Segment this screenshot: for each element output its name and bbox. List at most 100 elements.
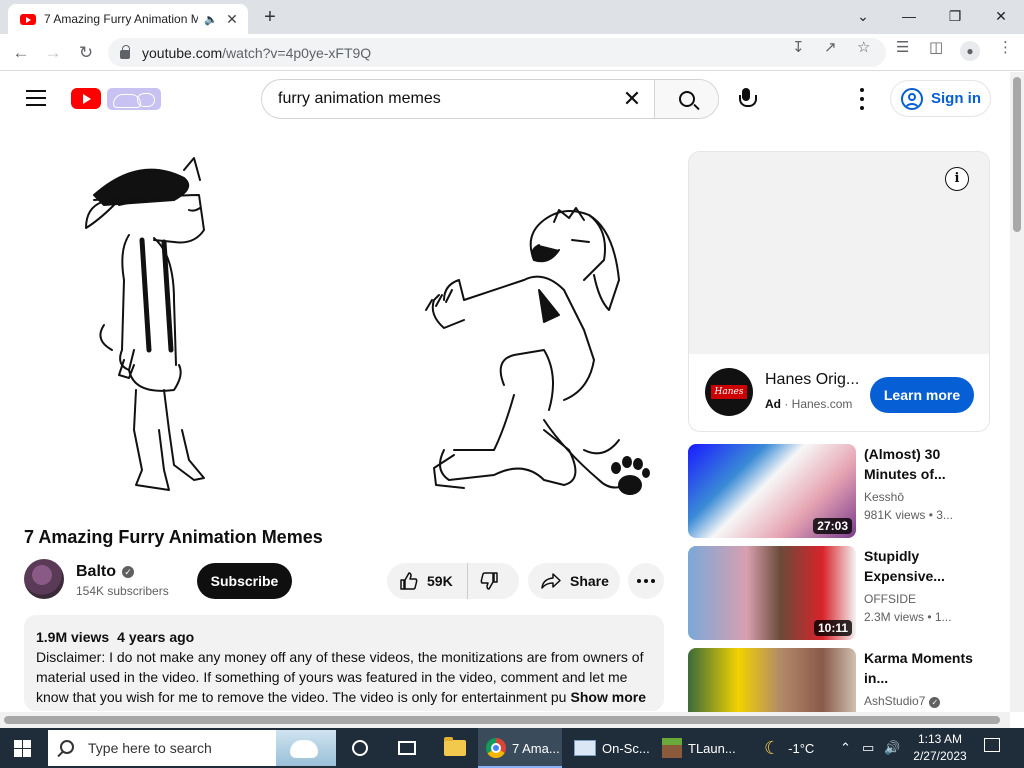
- ad-info-icon[interactable]: i: [945, 167, 969, 191]
- youtube-header: furry animation memes ✕ Sign in: [0, 72, 1010, 126]
- profile-icon[interactable]: ●: [960, 41, 980, 61]
- forward-button[interactable]: →: [40, 40, 66, 66]
- audio-playing-icon[interactable]: 🔈: [204, 13, 218, 26]
- search-input[interactable]: furry animation memes: [262, 80, 610, 118]
- side-panel-icon[interactable]: ◫: [929, 38, 943, 56]
- address-bar[interactable]: youtube.com/watch?v=4p0ye-xFT9Q: [108, 38, 886, 67]
- recommendation-title[interactable]: Stupidly Expensive...: [864, 546, 980, 586]
- show-more-button[interactable]: Show more: [566, 687, 646, 707]
- windows-taskbar: Type here to search 7 Ama... On-Sc... TL…: [0, 728, 1024, 768]
- channel-avatar[interactable]: [24, 559, 64, 599]
- clear-search-icon[interactable]: ✕: [610, 80, 654, 118]
- like-dislike-group: 59K: [387, 563, 519, 599]
- volume-icon[interactable]: 🔊: [884, 728, 900, 768]
- taskbar-app-chrome[interactable]: 7 Ama...: [478, 728, 562, 768]
- recommendation-item[interactable]: 27:03 (Almost) 30 Minutes of... Kesshō 9…: [688, 444, 988, 538]
- duration-badge: 10:11: [813, 620, 852, 636]
- taskbar-search-box[interactable]: Type here to search: [48, 730, 336, 766]
- close-window-button[interactable]: ✕: [978, 2, 1024, 30]
- ad-image: i: [689, 152, 989, 354]
- weather-temperature: -1°C: [788, 740, 815, 756]
- ad-card[interactable]: i Hanes Hanes Orig... Ad · Hanes.com Lea…: [688, 151, 990, 432]
- dislike-button[interactable]: [468, 563, 519, 599]
- back-button[interactable]: ←: [8, 40, 34, 66]
- recommendation-title[interactable]: (Almost) 30 Minutes of...: [864, 444, 980, 484]
- taskbar-app-tlauncher[interactable]: TLaun...: [654, 728, 738, 768]
- recommendation-thumbnail[interactable]: [688, 648, 856, 712]
- share-label: Share: [570, 573, 609, 589]
- url-host: youtube.com: [142, 44, 223, 61]
- share-button[interactable]: Share: [528, 563, 620, 599]
- system-clock[interactable]: 1:13 AM 2/27/2023: [908, 731, 972, 765]
- chrome-menu-icon[interactable]: ⋮: [998, 38, 1013, 56]
- vertical-scrollbar[interactable]: [1010, 72, 1024, 712]
- recommendation-title[interactable]: Karma Moments in...: [864, 648, 980, 688]
- video-player[interactable]: [24, 150, 664, 510]
- thumbs-up-icon: [400, 572, 418, 590]
- minecraft-icon: [662, 738, 682, 758]
- network-icon[interactable]: ▭: [862, 728, 874, 768]
- bookmark-star-icon[interactable]: ☆: [857, 38, 870, 56]
- file-explorer-icon[interactable]: [444, 728, 466, 768]
- view-count: 1.9M views: [36, 629, 110, 645]
- ad-domain: Hanes.com: [791, 397, 853, 411]
- recommendation-thumbnail[interactable]: 27:03: [688, 444, 856, 538]
- menu-icon[interactable]: [26, 90, 46, 106]
- like-button[interactable]: 59K: [387, 563, 468, 599]
- lock-icon[interactable]: [120, 45, 130, 59]
- install-app-icon[interactable]: ↧: [792, 38, 805, 56]
- recommendation-thumbnail[interactable]: 10:11: [688, 546, 856, 640]
- channel-name-label: Balto: [76, 563, 116, 580]
- description-box[interactable]: 1.9M views 4 years ago Disclaimer: I do n…: [24, 615, 664, 711]
- taskbar-app-label: 7 Ama...: [512, 740, 560, 756]
- recommendation-channel[interactable]: AshStudio7 ✓: [864, 694, 941, 708]
- tab-search-icon[interactable]: ⌄: [840, 2, 886, 30]
- keyboard-icon: [574, 740, 596, 756]
- share-arrow-icon: [541, 573, 561, 589]
- learn-more-button[interactable]: Learn more: [870, 377, 974, 413]
- sign-in-button[interactable]: Sign in: [890, 80, 991, 117]
- channel-name[interactable]: Balto ✓: [76, 563, 134, 581]
- taskbar-search-placeholder: Type here to search: [88, 740, 212, 756]
- horizontal-scroll-thumb[interactable]: [4, 716, 1000, 724]
- video-title: 7 Amazing Furry Animation Memes: [24, 527, 323, 547]
- account-icon: [901, 87, 923, 110]
- clock-time: 1:13 AM: [917, 732, 963, 746]
- recommendation-item[interactable]: 10:11 Stupidly Expensive... OFFSIDE 2.3M…: [688, 546, 988, 640]
- new-tab-button[interactable]: +: [258, 6, 282, 29]
- task-view-icon[interactable]: [398, 728, 416, 768]
- share-page-icon[interactable]: ↗: [824, 38, 837, 56]
- recommendation-channel[interactable]: Kesshō: [864, 490, 904, 504]
- more-actions-button[interactable]: [628, 563, 664, 599]
- browser-tab[interactable]: 7 Amazing Furry Animation Memes 🔈 ✕: [8, 4, 248, 34]
- taskbar-app-onscreen-keyboard[interactable]: On-Sc...: [566, 728, 650, 768]
- vertical-scroll-thumb[interactable]: [1013, 77, 1021, 232]
- notifications-icon[interactable]: [984, 738, 1000, 752]
- taskbar-app-label: TLaun...: [688, 740, 736, 756]
- subscribe-button[interactable]: Subscribe: [197, 563, 292, 599]
- recommendation-channel[interactable]: OFFSIDE: [864, 592, 916, 606]
- recommendation-channel-label: AshStudio7: [864, 694, 926, 708]
- search-button[interactable]: [654, 80, 718, 118]
- windows-start-icon[interactable]: [14, 740, 31, 757]
- sign-in-label: Sign in: [931, 90, 981, 107]
- youtube-logo-icon[interactable]: [71, 88, 101, 109]
- youtube-doodle-logo[interactable]: [107, 88, 161, 110]
- settings-more-icon[interactable]: [852, 88, 872, 110]
- voice-search-icon[interactable]: [738, 88, 757, 112]
- weather-widget[interactable]: ☾ -1°C: [764, 728, 814, 768]
- video-frame-illustration: [85, 157, 650, 495]
- ad-brand-logo: Hanes: [705, 368, 753, 416]
- tab-close-icon[interactable]: ✕: [224, 11, 240, 28]
- horizontal-scrollbar[interactable]: [0, 712, 1010, 728]
- cortana-icon[interactable]: [352, 728, 368, 768]
- browser-toolbar: ← → ↻ youtube.com/watch?v=4p0ye-xFT9Q ↧ …: [0, 34, 1024, 71]
- recommendation-item[interactable]: Karma Moments in... AshStudio7 ✓: [688, 648, 988, 712]
- ad-subtitle: Ad · Hanes.com: [765, 397, 853, 411]
- media-controls-icon[interactable]: ☰: [896, 38, 909, 56]
- show-hidden-icons-icon[interactable]: ⌃: [840, 728, 851, 768]
- reload-button[interactable]: ↻: [73, 40, 99, 66]
- restore-button[interactable]: ❐: [932, 2, 978, 30]
- brand-logo-text: Hanes: [710, 385, 748, 399]
- minimize-button[interactable]: —: [886, 2, 932, 30]
